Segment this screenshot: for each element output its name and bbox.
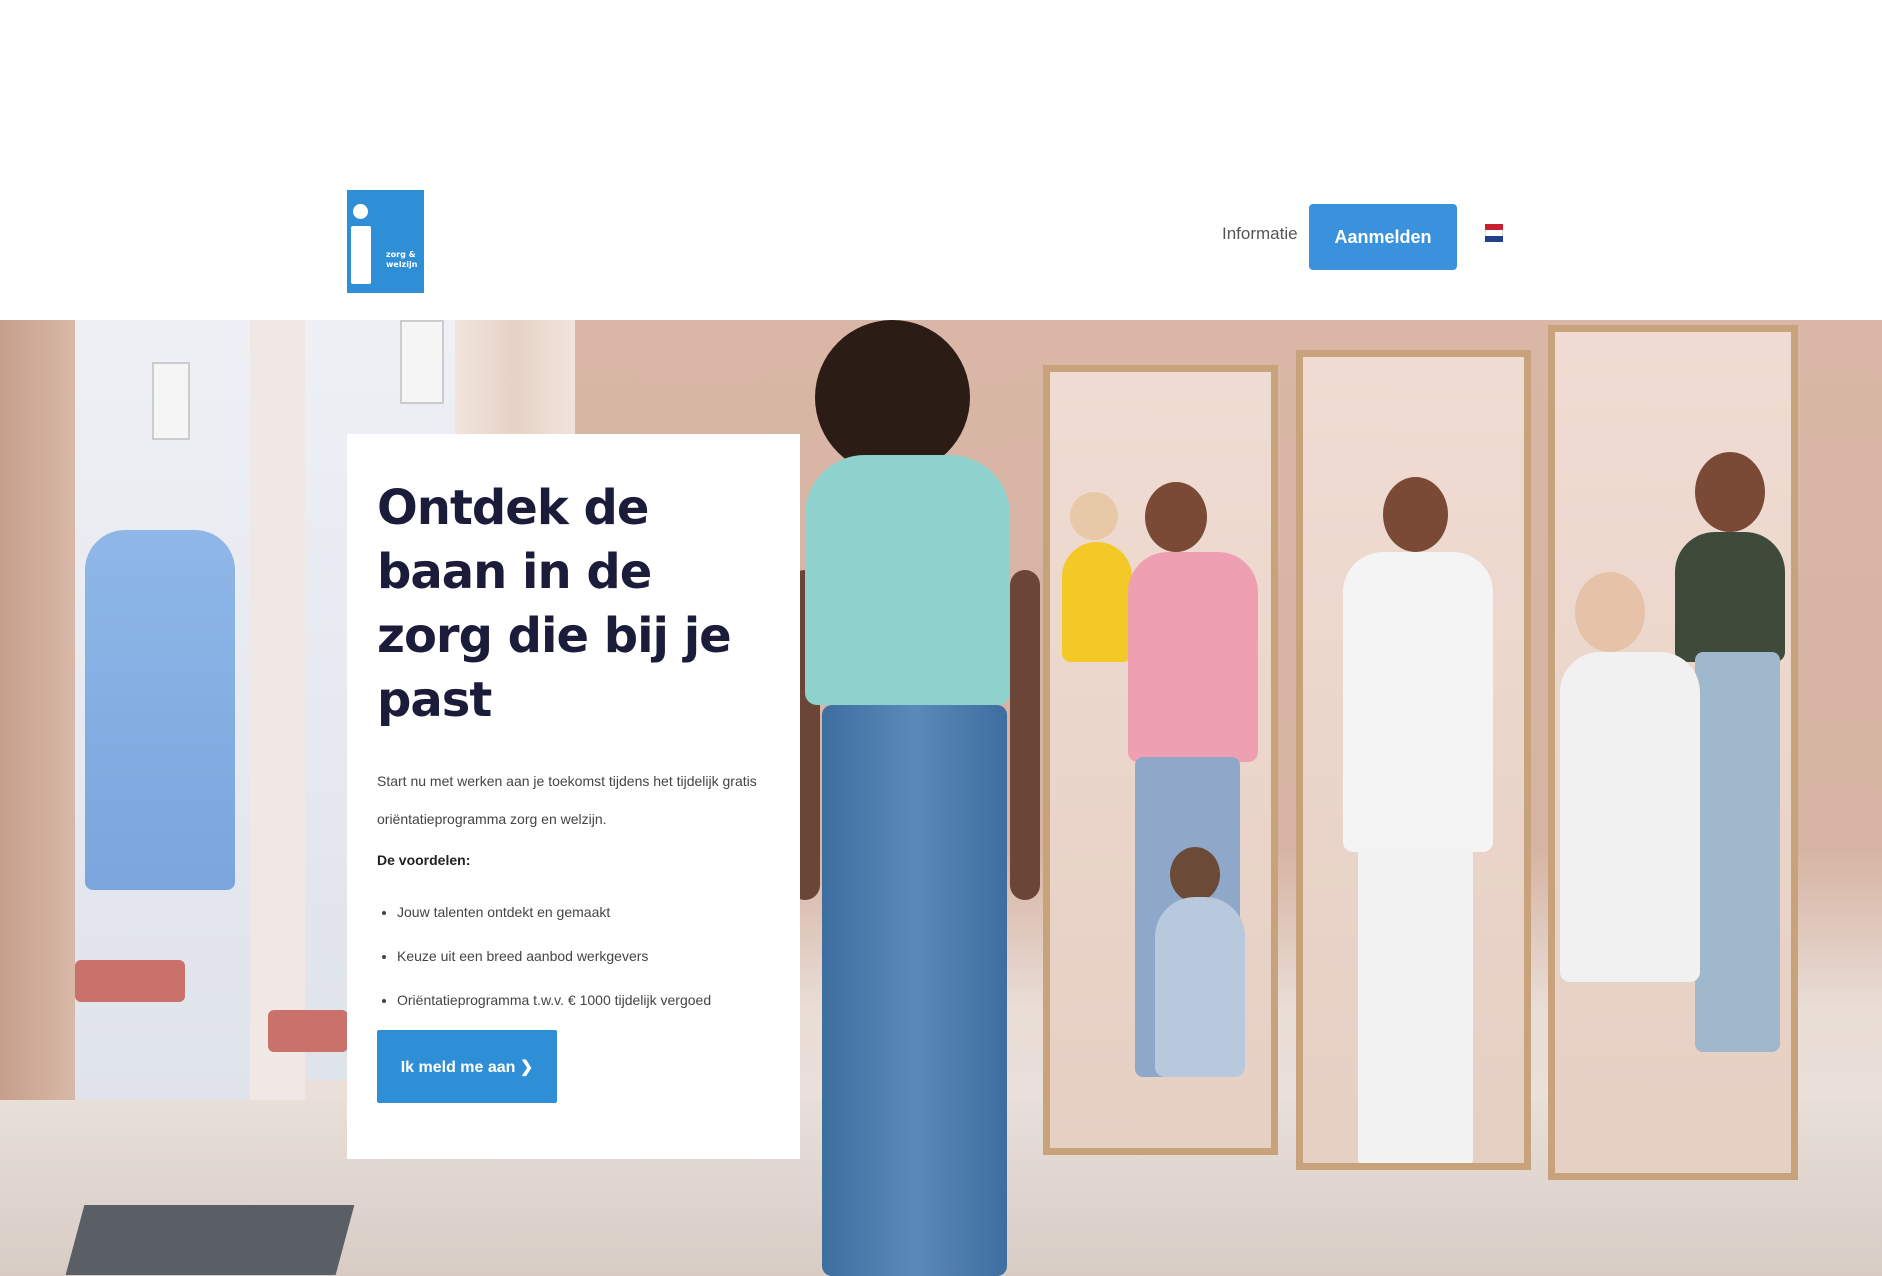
booth-divider [250, 320, 305, 1120]
logo-dot [353, 204, 368, 219]
model-top [805, 455, 1010, 705]
logo-text: zorg & welzijn [386, 250, 418, 269]
rug [65, 1205, 355, 1275]
hero-intro: Start nu met werken aan je toekomst tijd… [377, 773, 757, 827]
mirror [1043, 365, 1278, 1155]
mirror [1296, 350, 1531, 1170]
list-item: Oriëntatieprogramma t.w.v. € 1000 tijdel… [397, 978, 770, 1022]
signup-button[interactable]: Aanmelden [1309, 204, 1457, 270]
wall-frame [400, 320, 444, 404]
nav-link-informatie[interactable]: Informatie [1222, 224, 1298, 244]
hero-card: Ontdek de baan in de zorg die bij je pas… [347, 434, 800, 1159]
list-item: Jouw talenten ontdekt en gemaakt [397, 890, 770, 934]
stool [268, 1010, 348, 1052]
wall-frame [152, 362, 190, 440]
model-arm [1010, 570, 1040, 900]
logo-icon[interactable]: zorg & welzijn [347, 190, 424, 293]
benefits-list: Jouw talenten ontdekt en gemaakt Keuze u… [377, 890, 770, 1022]
model-hair [815, 320, 970, 475]
hero-title: Ontdek de baan in de zorg die bij je pas… [377, 480, 732, 728]
logo-stem [351, 226, 371, 284]
hanging-shirt [85, 530, 235, 890]
flag-nl-icon[interactable] [1485, 224, 1503, 242]
signup-cta-button[interactable]: Ik meld me aan ❯ [377, 1030, 557, 1103]
model-jeans [822, 705, 1007, 1276]
benefits-title: De voordelen: [377, 852, 471, 868]
site-header: zorg & welzijn Informatie Aanmelden [0, 0, 1882, 320]
mirror [1548, 325, 1798, 1180]
hero-section [0, 320, 1882, 1276]
stool [75, 960, 185, 1002]
list-item: Keuze uit een breed aanbod werkgevers [397, 934, 770, 978]
